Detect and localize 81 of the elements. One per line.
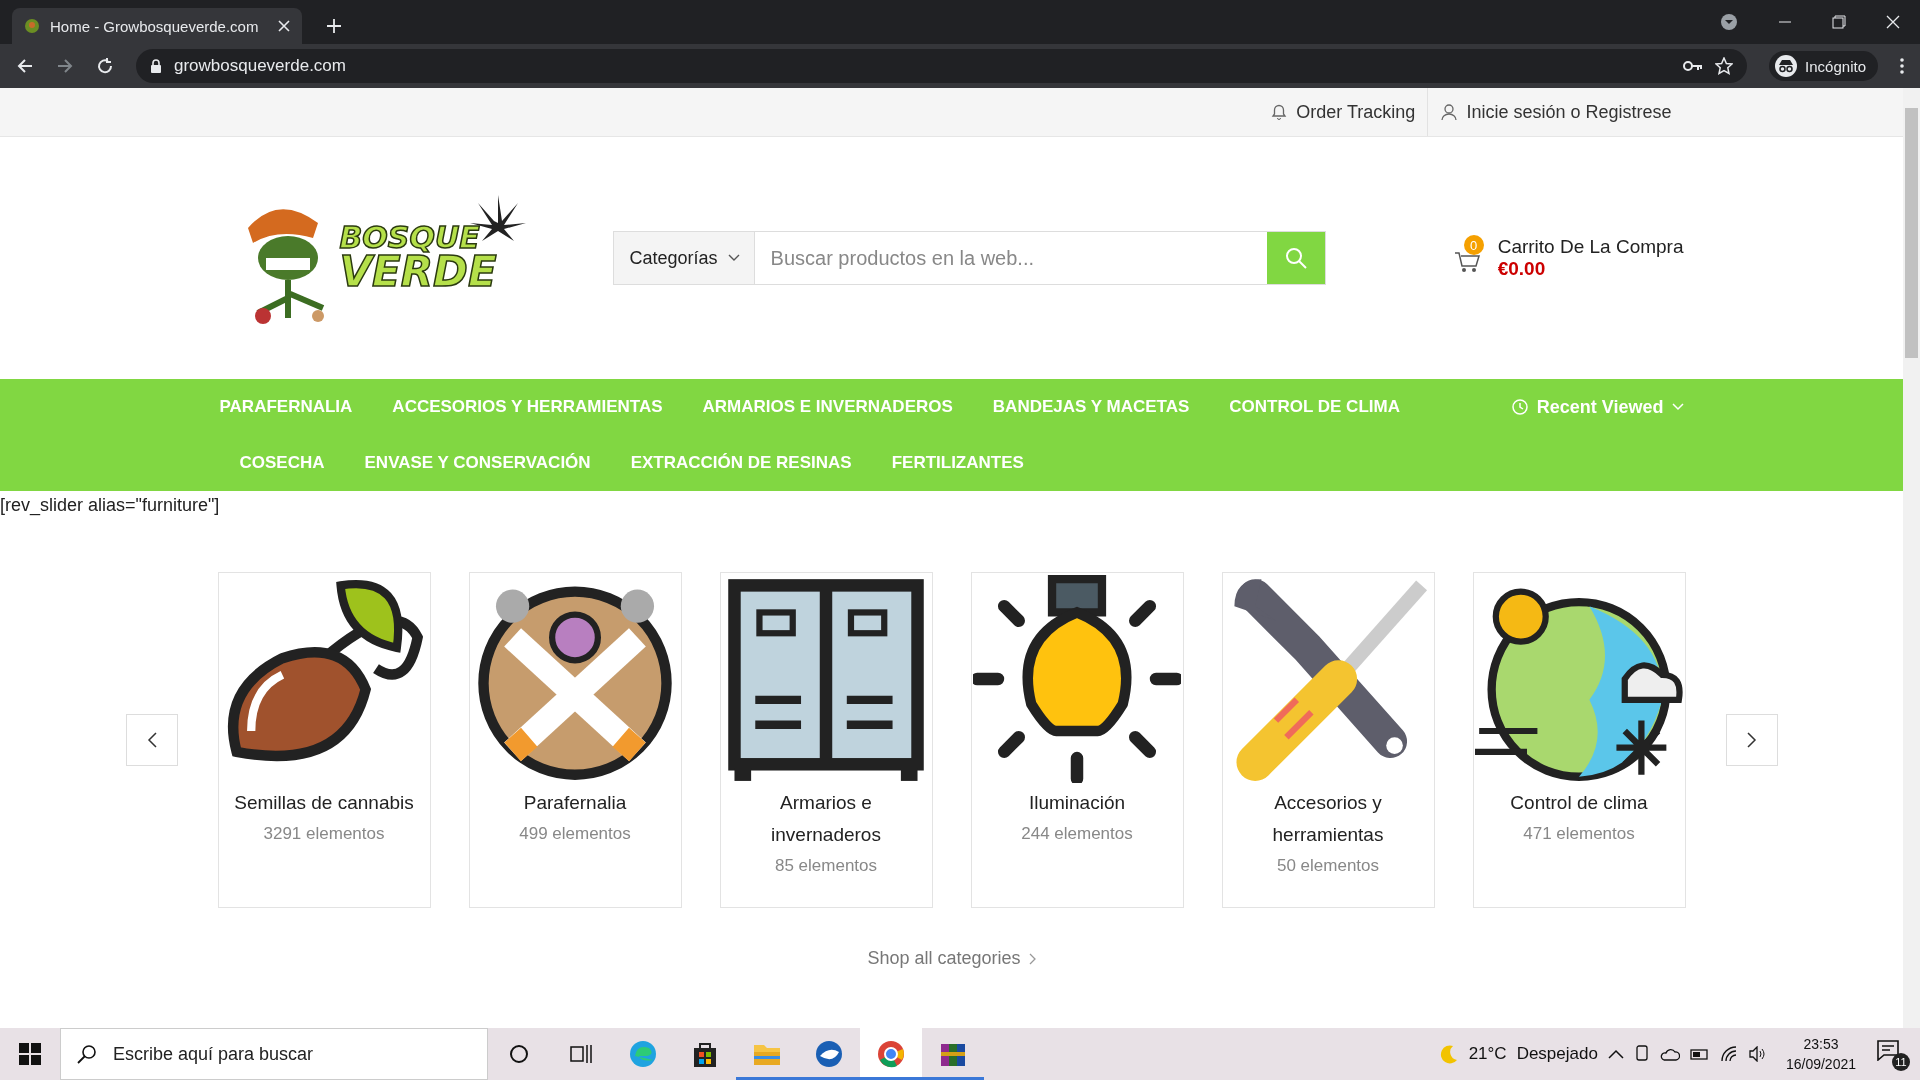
close-icon[interactable]: [278, 20, 290, 32]
category-name: Accesorios y herramientas: [1271, 791, 1385, 847]
battery-icon[interactable]: [1689, 1048, 1710, 1060]
leaf-favicon-icon: [24, 18, 40, 34]
search-bar[interactable]: Categorías Buscar productos en la web...: [612, 231, 1326, 285]
category-name: Armarios e invernaderos: [770, 791, 882, 847]
cart-label[interactable]: Carrito De La Compra: [1497, 236, 1684, 258]
windows-logo-icon[interactable]: [19, 1043, 41, 1065]
category-count: 3291 elementos: [263, 823, 385, 845]
logo-text: BOSQUE: [339, 223, 481, 253]
shop-all-link[interactable]: Shop all categories: [867, 948, 1036, 969]
light-bulb-icon: [973, 575, 1181, 783]
plus-icon[interactable]: [326, 18, 342, 34]
weather-condition: Despejado: [1516, 1044, 1598, 1064]
speaker-icon[interactable]: [1747, 1046, 1766, 1062]
category-card[interactable]: Semillas de cannabis 3291 elementos: [217, 572, 431, 908]
cloud-icon[interactable]: [1659, 1047, 1680, 1061]
cart-icon[interactable]: [1453, 251, 1480, 273]
user-icon: [1440, 103, 1459, 121]
category-name: Semillas de cannabis: [233, 791, 415, 815]
address-bar[interactable]: growbosqueverde.com: [136, 49, 1748, 83]
cart-count-badge: 0: [1463, 235, 1484, 255]
swirl-icon: [629, 1040, 657, 1068]
weather-temperature: 21°C: [1468, 1044, 1507, 1064]
task-view-icon[interactable]: [570, 1044, 592, 1064]
clock-date[interactable]: 16/09/2021: [1785, 1054, 1856, 1074]
category-card[interactable]: Parafernalia 499 elementos: [468, 572, 682, 908]
notification-count-badge: 11: [1892, 1053, 1910, 1071]
bird-icon: [815, 1040, 843, 1068]
category-count: 244 elementos: [1021, 823, 1133, 845]
dropdown-icon[interactable]: [1720, 13, 1738, 31]
circle-icon[interactable]: [509, 1044, 529, 1064]
chevron-down-icon: [1671, 403, 1684, 411]
category-count: 499 elementos: [519, 823, 631, 845]
chevron-up-icon[interactable]: [1607, 1049, 1624, 1059]
profile-button[interactable]: Incógnito: [1769, 51, 1878, 81]
clock-time[interactable]: 23:53: [1803, 1034, 1839, 1054]
category-card[interactable]: Accesorios y herramientas 50 elementos: [1221, 572, 1435, 908]
chevron-icon: [146, 732, 157, 748]
topbar-link[interactable]: Inicie sesión o Registrese: [1428, 101, 1684, 123]
category-name: Parafernalia: [522, 791, 628, 815]
category-card[interactable]: Control de clima 471 elementos: [1472, 572, 1686, 908]
chevron-right-icon: [1028, 952, 1036, 965]
search-icon: [77, 1044, 97, 1064]
category-card[interactable]: Iluminación 244 elementos: [970, 572, 1184, 908]
star-icon[interactable]: [1715, 57, 1734, 75]
browser-tab[interactable]: Home - Growbosqueverde.com: [12, 8, 302, 44]
menu-icon[interactable]: [1900, 58, 1904, 74]
restore-icon[interactable]: [1832, 15, 1846, 29]
wifi-icon[interactable]: [1719, 1046, 1738, 1062]
category-name: Iluminación: [1027, 791, 1127, 815]
key-icon[interactable]: [1683, 60, 1704, 72]
search-icon: [1284, 247, 1307, 269]
url-text: growbosqueverde.com: [174, 56, 347, 76]
category-name: Control de clima: [1509, 791, 1649, 815]
category-card[interactable]: Armarios e invernaderos 85 elementos: [719, 572, 933, 908]
incognito-icon: [1775, 55, 1798, 77]
tab-title: Home - Growbosqueverde.com: [50, 17, 260, 35]
lock-icon: [150, 59, 162, 73]
shopping-bag-icon: [691, 1040, 719, 1068]
scrollbar-thumb[interactable]: [1905, 108, 1918, 358]
category-count: 85 elementos: [774, 855, 878, 877]
device-icon[interactable]: [1633, 1045, 1650, 1063]
back-arrow-icon[interactable]: [16, 57, 34, 75]
moon-icon: [1438, 1044, 1459, 1064]
close-icon[interactable]: [1886, 15, 1900, 29]
forward-arrow-icon[interactable]: [56, 57, 74, 75]
topbar-link[interactable]: Order Tracking: [1258, 101, 1428, 123]
category-count: 471 elementos: [1523, 823, 1635, 845]
chevron-icon: [1746, 732, 1757, 748]
taskbar-search-field[interactable]: Escribe aquí para buscar: [60, 1028, 488, 1080]
category-dropdown[interactable]: Categorías: [613, 232, 755, 284]
reload-icon[interactable]: [96, 57, 114, 75]
shortcode-text: [rev_slider alias="furniture"]: [0, 495, 220, 516]
category-count: 50 elementos: [1276, 855, 1380, 877]
bell-icon: [1270, 103, 1289, 121]
round-logo-icon: [877, 1040, 905, 1068]
history-icon: [1510, 398, 1529, 416]
cart-total: €0.00: [1497, 258, 1547, 280]
chevron-down-icon: [727, 254, 740, 262]
logo-text: VERDE: [339, 252, 497, 293]
